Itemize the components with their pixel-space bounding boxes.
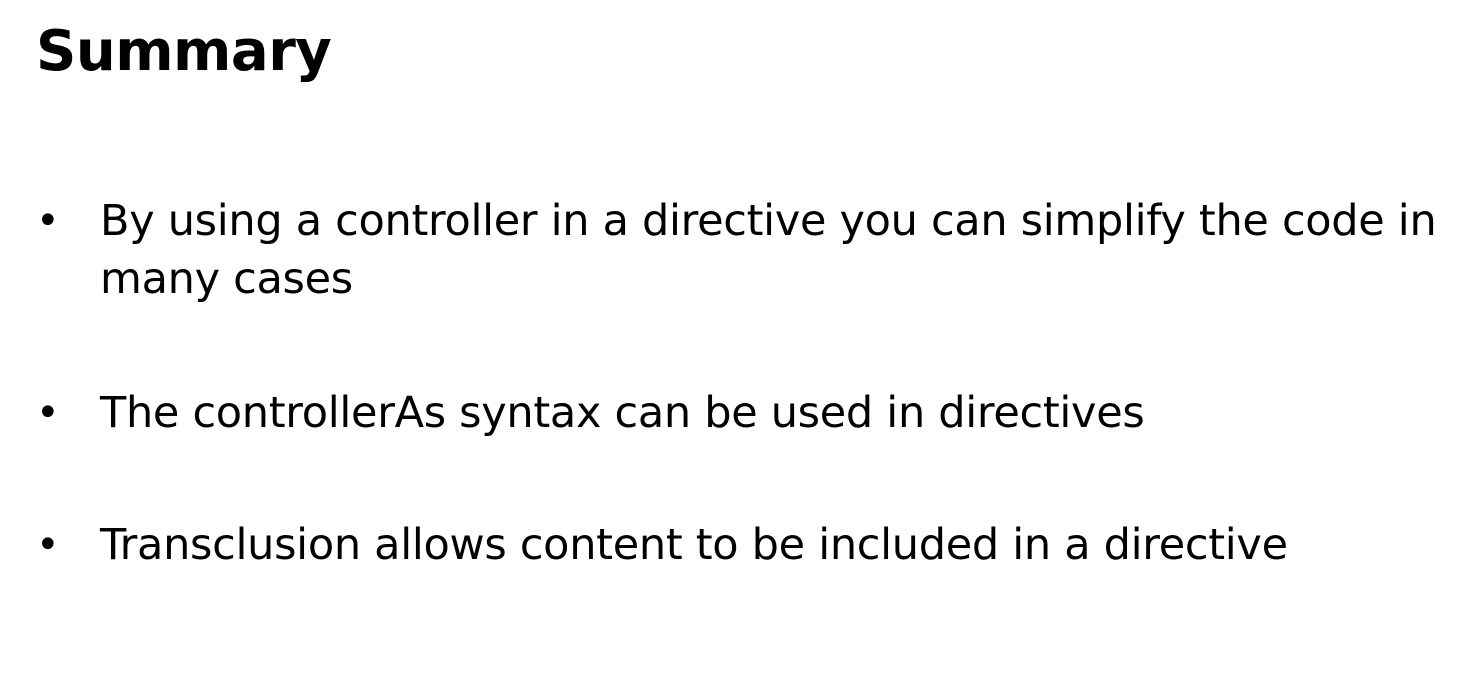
bullet-marker-icon: • [36,522,60,568]
bullet-marker-icon: • [36,390,60,436]
bullet-text: By using a controller in a directive you… [100,196,1437,304]
bullet-text: Transclusion allows content to be includ… [100,520,1288,570]
bullet-list: • By using a controller in a directive y… [0,0,1482,692]
bullet-marker-icon: • [36,198,60,244]
bullet-text: The controllerAs syntax can be used in d… [100,388,1145,438]
slide: Summary • By using a controller in a dir… [0,0,1482,692]
